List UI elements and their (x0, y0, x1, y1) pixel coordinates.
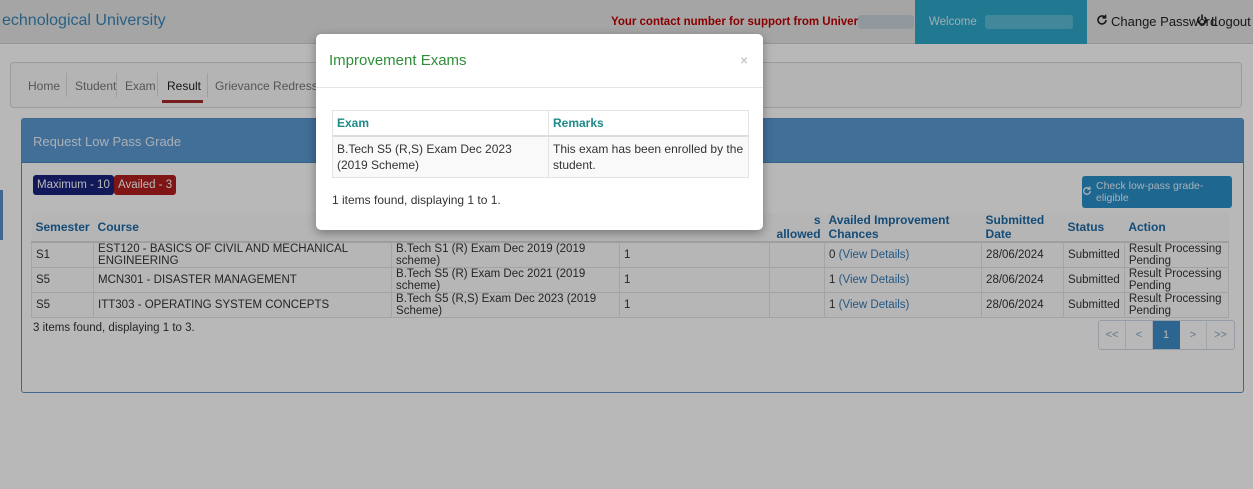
improvement-exams-modal: Improvement Exams × Exam Remarks B.Tech … (316, 34, 763, 230)
modal-table-row: B.Tech S5 (R,S) Exam Dec 2023 (2019 Sche… (332, 135, 749, 178)
modal-divider (316, 87, 763, 88)
modal-cell-exam: B.Tech S5 (R,S) Exam Dec 2023 (2019 Sche… (332, 135, 549, 178)
modal-title: Improvement Exams (329, 52, 467, 69)
modal-col-remarks: Remarks (548, 110, 749, 137)
close-icon[interactable]: × (740, 52, 748, 68)
improvement-exams-table: Exam Remarks B.Tech S5 (R,S) Exam Dec 20… (332, 110, 749, 178)
modal-cell-remarks: This exam has been enrolled by the stude… (548, 135, 749, 178)
modal-table-header-row: Exam Remarks (332, 110, 749, 137)
modal-col-exam: Exam (332, 110, 549, 137)
modal-items-count: 1 items found, displaying 1 to 1. (332, 193, 501, 207)
